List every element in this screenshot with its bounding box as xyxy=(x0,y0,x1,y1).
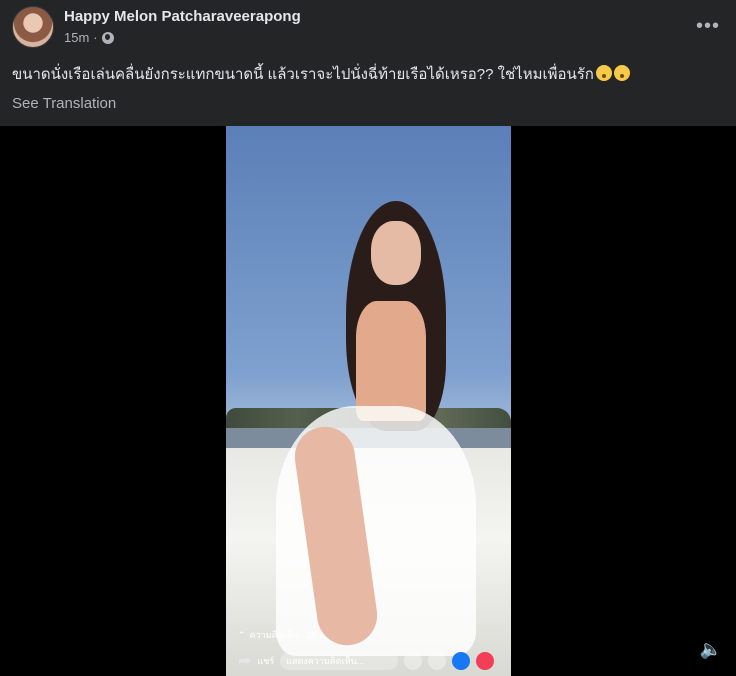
emoji-icon xyxy=(595,65,612,81)
person-face xyxy=(371,221,421,285)
share-icon[interactable]: ➦ xyxy=(238,651,251,671)
post-time[interactable]: 15m xyxy=(64,30,89,45)
post-caption: ขนาดนั่งเรือเล่นคลื่นยังกระแทกขนาดนี้ แล… xyxy=(12,62,630,86)
avatar[interactable] xyxy=(12,6,54,48)
reaction-placeholder-icon[interactable] xyxy=(404,652,423,670)
reaction-placeholder-icon[interactable] xyxy=(428,652,447,670)
video-action-bar: ➦ แชร์ แสดงความคิดเห็น... xyxy=(238,650,508,672)
comments-count: ความคิดเห็น · 28 · xyxy=(249,630,323,640)
mute-icon[interactable]: 🔈 xyxy=(698,636,724,662)
love-icon[interactable] xyxy=(476,652,495,670)
like-icon[interactable] xyxy=(452,652,471,670)
share-label[interactable]: แชร์ xyxy=(257,654,274,668)
chevron-up-icon: ⌃ xyxy=(238,629,246,640)
see-translation-link[interactable]: See Translation xyxy=(12,95,116,112)
video-comments-row[interactable]: ⌃ ความคิดเห็น · 28 · xyxy=(238,628,322,642)
emoji-icon xyxy=(613,65,630,81)
caption-text: ขนาดนั่งเรือเล่นคลื่นยังกระแทกขนาดนี้ แล… xyxy=(12,66,594,83)
post-meta: 15m · xyxy=(64,30,114,45)
author-name[interactable]: Happy Melon Patcharaveerapong xyxy=(64,8,301,25)
globe-icon xyxy=(101,31,114,44)
comment-input[interactable]: แสดงความคิดเห็น... xyxy=(280,652,399,670)
video-frame xyxy=(226,126,511,676)
post-header: Happy Melon Patcharaveerapong 15m · ••• xyxy=(0,0,736,56)
more-icon[interactable]: ••• xyxy=(694,14,722,38)
person-body xyxy=(356,301,426,421)
video-player[interactable]: ⌃ ความคิดเห็น · 28 · ➦ แชร์ แสดงความคิดเ… xyxy=(0,126,736,676)
